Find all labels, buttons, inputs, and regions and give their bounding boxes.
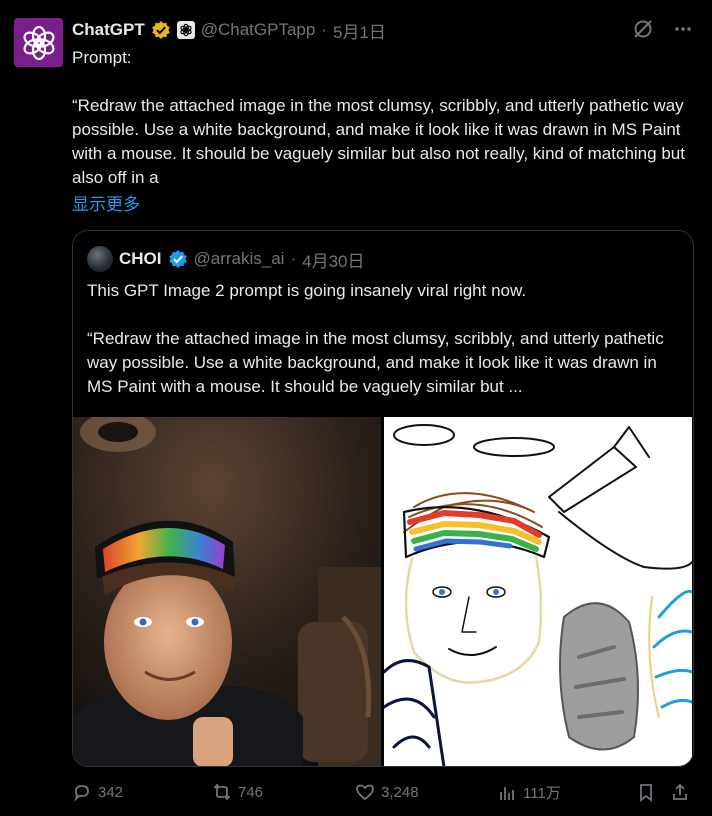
reply-button[interactable]: 342 [72, 782, 123, 802]
original-photo[interactable] [73, 417, 381, 766]
show-more-link[interactable]: 显示更多 [72, 190, 140, 215]
heart-icon [356, 784, 374, 801]
openai-logo-icon [22, 25, 55, 60]
views-count: 111万 [523, 785, 561, 802]
share-button[interactable] [670, 782, 690, 802]
post-text-prompt-label: Prompt: [72, 48, 132, 67]
grok-icon[interactable] [632, 18, 654, 40]
quoted-post-text: This GPT Image 2 prompt is going insanel… [87, 279, 683, 399]
choi-avatar[interactable] [87, 246, 113, 272]
post-top-actions [632, 18, 694, 40]
tweet: ChatGPT @ChatGPTapp · 5月1日 Prompt: “Redr… [0, 0, 712, 816]
quoted-author-name[interactable]: CHOI [119, 249, 162, 269]
repost-count: 746 [238, 783, 264, 801]
quoted-post-header: CHOI @arrakis_ai · 4月30日 [87, 246, 365, 272]
bookmark-button[interactable] [636, 782, 656, 802]
affiliate-badge-icon[interactable] [176, 21, 195, 39]
quoted-author-handle[interactable]: @arrakis_ai [194, 249, 285, 269]
reply-icon [74, 785, 89, 802]
author-handle[interactable]: @ChatGPTapp [201, 20, 316, 40]
post-actions: 342 746 3,248 111万 [72, 782, 694, 806]
post-header: ChatGPT @ChatGPTapp · 5月1日 [72, 18, 386, 42]
header-separator: · [321, 20, 327, 39]
verified-blue-badge-icon [168, 249, 188, 269]
quoted-text-line1: This GPT Image 2 prompt is going insanel… [87, 281, 527, 300]
share-icon [673, 783, 687, 800]
post-date[interactable]: 5月1日 [333, 18, 386, 43]
post-text-body: “Redraw the attached image in the most c… [72, 96, 690, 187]
views-button[interactable]: 111万 [497, 782, 561, 803]
quoted-header-separator: · [290, 249, 297, 268]
quoted-post[interactable]: CHOI @arrakis_ai · 4月30日 This GPT Image … [72, 230, 694, 767]
like-button[interactable]: 3,248 [355, 782, 419, 802]
chatgpt-avatar[interactable] [14, 18, 63, 67]
scribbled-drawing[interactable] [384, 417, 692, 766]
author-name[interactable]: ChatGPT [72, 20, 145, 40]
more-options-icon[interactable] [672, 18, 694, 40]
post-text: Prompt: “Redraw the attached image in th… [72, 46, 692, 190]
repost-button[interactable]: 746 [212, 782, 263, 802]
quoted-text-line2: “Redraw the attached image in the most c… [87, 329, 669, 396]
quoted-post-date[interactable]: 4月30日 [302, 247, 364, 272]
repost-icon [213, 783, 231, 801]
bookmark-icon [640, 784, 652, 802]
verified-gold-badge-icon [151, 20, 171, 40]
quoted-media [73, 417, 693, 766]
reply-count: 342 [98, 783, 124, 801]
like-count: 3,248 [381, 783, 419, 801]
views-chart-icon [500, 786, 514, 800]
